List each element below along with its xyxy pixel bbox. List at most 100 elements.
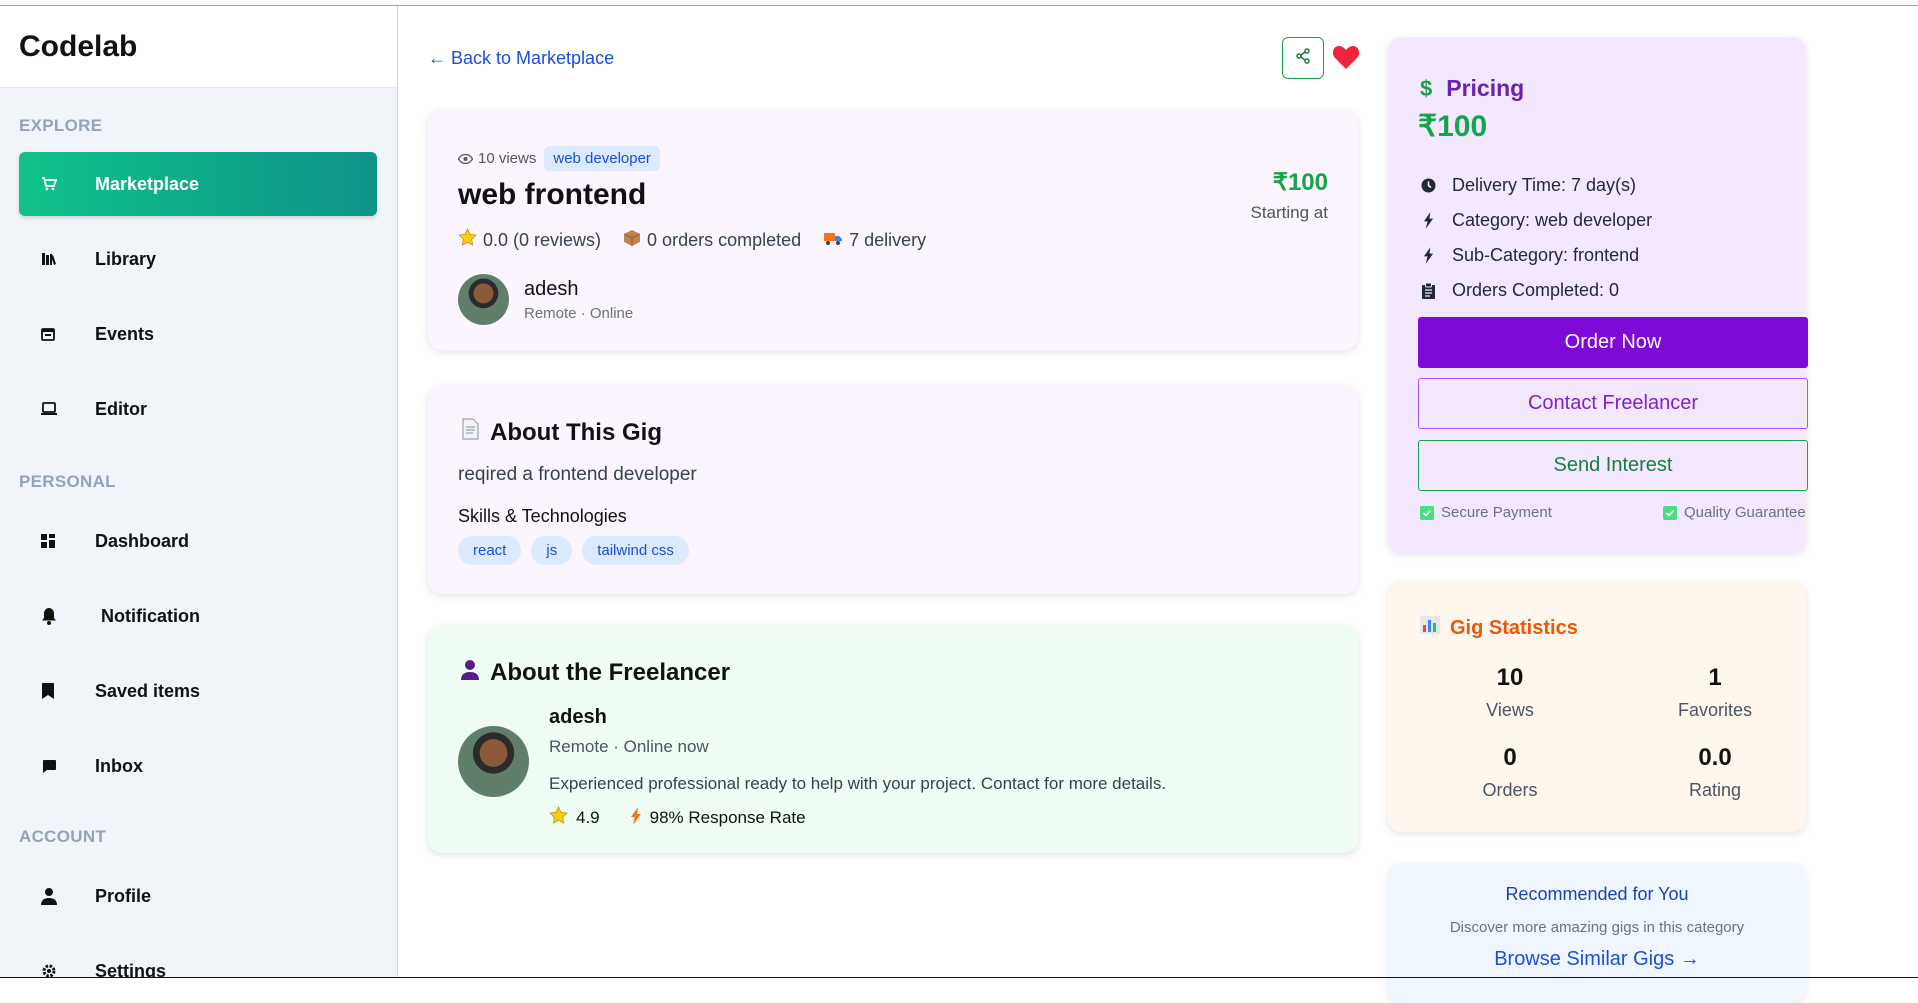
sidebar-item-events[interactable]: Events — [19, 302, 377, 366]
contact-freelancer-button[interactable]: Contact Freelancer — [1418, 378, 1808, 429]
section-title-personal: PERSONAL — [19, 472, 116, 491]
gig-price: ₹100 — [1272, 169, 1328, 196]
share-button[interactable] — [1282, 37, 1324, 79]
gig-meta: 10 views web developer — [458, 146, 660, 171]
sidebar-item-settings[interactable]: Settings — [19, 939, 377, 978]
order-now-button[interactable]: Order Now — [1418, 317, 1808, 368]
stat-rating-label: Rating — [1688, 780, 1742, 800]
gig-statistics-card: Gig Statistics 10 Views 1 Favorites 0 Or… — [1388, 582, 1806, 832]
gig-description: reqired a frontend developer — [458, 464, 697, 485]
app-frame: Codelab EXPLORE Marketplace Library Even… — [0, 5, 1918, 1003]
freelancer-details: adesh Remote · Online now Experienced pr… — [549, 706, 1329, 830]
skills-title: Skills & Technologies — [458, 506, 627, 526]
dashboard-icon — [41, 534, 67, 548]
skills-list: react js tailwind css — [458, 536, 689, 565]
subcategory-text: Sub-Category: frontend — [1452, 245, 1640, 265]
section-title-account: ACCOUNT — [19, 827, 107, 846]
rating-text: 0.0 (0 reviews) — [483, 229, 602, 250]
skill-tag[interactable]: react — [458, 536, 522, 565]
laptop-icon — [41, 402, 67, 416]
app-logo[interactable]: Codelab — [19, 30, 397, 64]
recommended-subtitle: Discover more amazing gigs in this categ… — [1449, 919, 1745, 936]
freelancer-description: Experienced professional ready to help w… — [549, 774, 1167, 793]
sidebar-item-saved-items[interactable]: Saved items — [19, 659, 377, 723]
dollar-icon: $ — [1420, 75, 1433, 101]
sidebar-item-library[interactable]: Library — [19, 227, 377, 291]
stat-orders-value: 0 — [1503, 744, 1517, 771]
clipboard-icon — [1420, 282, 1436, 299]
sidebar-item-label: Inbox — [95, 755, 143, 776]
gear-icon — [41, 963, 67, 978]
seller-name: adesh — [524, 277, 579, 300]
sidebar-item-profile[interactable]: Profile — [19, 864, 377, 928]
category-tag[interactable]: web developer — [544, 146, 660, 171]
avatar — [458, 274, 509, 325]
secure-payment-text: Secure Payment — [1441, 504, 1552, 521]
skill-tag[interactable]: js — [531, 536, 573, 565]
freelancer-status: Remote · Online now — [549, 737, 709, 756]
about-freelancer-card: About the Freelancer adesh Remote · Onli… — [428, 626, 1358, 853]
bolt-icon — [630, 806, 642, 830]
category-row: Category: web developer — [1420, 203, 1652, 238]
about-freelancer-heading-text: About the Freelancer — [490, 658, 731, 686]
statistics-heading: Gig Statistics — [1420, 616, 1578, 640]
pricing-details: Delivery Time: 7 day(s) Category: web de… — [1420, 168, 1652, 308]
sidebar-item-label: Marketplace — [95, 173, 200, 194]
freelancer-name[interactable]: adesh — [549, 706, 1329, 729]
about-gig-heading-text: About This Gig — [490, 418, 662, 446]
chat-icon — [41, 758, 67, 774]
clock-icon — [1420, 178, 1436, 193]
check-icon — [1663, 505, 1677, 520]
star-icon — [549, 806, 568, 830]
stat-views-label: Views — [1486, 700, 1534, 720]
freelancer-avatar[interactable] — [458, 726, 529, 797]
pricing-price: ₹100 — [1418, 110, 1488, 143]
eye-icon — [458, 153, 473, 164]
stat-favorites-value: 1 — [1708, 664, 1722, 691]
sidebar-item-label: Dashboard — [95, 530, 190, 551]
statistics-heading-text: Gig Statistics — [1450, 616, 1578, 639]
stat-orders-label: Orders — [1482, 780, 1538, 800]
sidebar-item-marketplace[interactable]: Marketplace — [19, 152, 377, 216]
send-interest-button[interactable]: Send Interest — [1418, 440, 1808, 491]
about-gig-card: About This Gig reqired a frontend develo… — [428, 386, 1358, 594]
orders-completed-text: Orders Completed: 0 — [1452, 280, 1620, 300]
sidebar: Codelab EXPLORE Marketplace Library Even… — [0, 6, 398, 978]
subcategory-row: Sub-Category: frontend — [1420, 238, 1652, 273]
pricing-card: $ Pricing ₹100 Delivery Time: 7 day(s) C… — [1388, 37, 1808, 553]
views-count: 10 views — [478, 150, 537, 167]
secure-payment: Secure Payment — [1420, 504, 1552, 521]
check-icon — [1420, 505, 1434, 520]
sidebar-item-notification[interactable]: Notification — [19, 584, 377, 648]
recommended-card: Recommended for You Discover more amazin… — [1388, 863, 1806, 1003]
price-box: ₹100 Starting at — [1251, 168, 1329, 223]
bolt-icon — [1420, 212, 1436, 229]
seller-info[interactable]: adesh Remote · Online — [458, 274, 633, 325]
browse-similar-gigs-link[interactable]: Browse Similar Gigs → — [1388, 948, 1806, 971]
section-title-explore: EXPLORE — [19, 116, 103, 135]
library-icon — [41, 251, 67, 267]
skill-tag[interactable]: tailwind css — [582, 536, 689, 565]
bolt-icon — [1420, 247, 1436, 264]
bar-chart-icon — [1420, 616, 1440, 640]
bottom-border — [0, 977, 1918, 978]
sidebar-item-inbox[interactable]: Inbox — [19, 734, 377, 798]
starting-at-label: Starting at — [1250, 203, 1329, 222]
favorite-heart-icon[interactable] — [1332, 44, 1360, 75]
share-icon — [1294, 47, 1312, 70]
freelancer-stats: 4.9 98% Response Rate — [549, 806, 1329, 830]
sidebar-item-editor[interactable]: Editor — [19, 377, 377, 441]
pricing-heading: $ Pricing — [1420, 75, 1524, 102]
back-to-marketplace-link[interactable]: ← Back to Marketplace — [428, 48, 614, 69]
bell-icon — [41, 607, 67, 625]
sidebar-item-label: Events — [95, 323, 155, 344]
main-content: ← Back to Marketplace 10 views web devel… — [398, 6, 1918, 1003]
sidebar-item-dashboard[interactable]: Dashboard — [19, 509, 377, 573]
gig-stats-row: 0.0 (0 reviews) 0 orders completed 7 del… — [458, 228, 926, 252]
orders-text: 0 orders completed — [647, 229, 802, 250]
document-icon — [460, 418, 480, 447]
logo-bar: Codelab — [0, 6, 397, 88]
stat-views-value: 10 — [1496, 664, 1524, 691]
calendar-icon — [41, 327, 67, 341]
bookmark-icon — [41, 682, 67, 700]
